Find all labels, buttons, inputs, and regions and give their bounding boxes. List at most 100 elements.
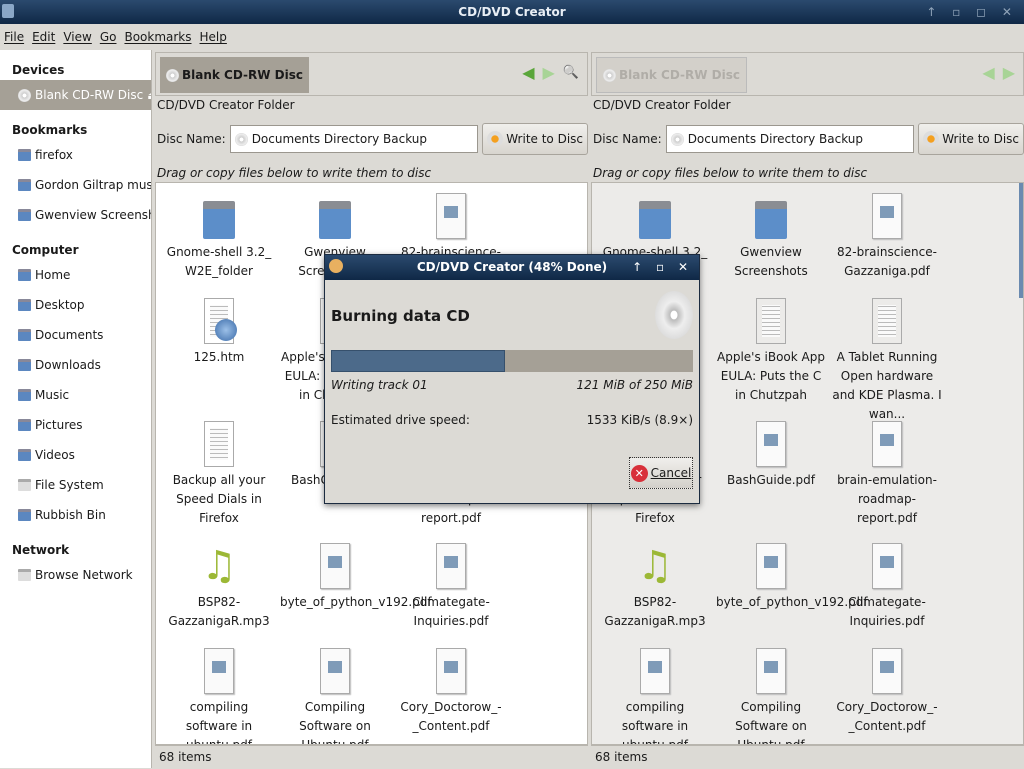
folder-icon bbox=[18, 449, 31, 461]
folder-icon bbox=[18, 479, 31, 491]
pane-toolbar: Blank CD-RW Disc ◀ ▶ 🔍 bbox=[155, 52, 588, 96]
file-item[interactable]: Gwenview Screenshots bbox=[716, 193, 826, 281]
pdf-document-icon bbox=[320, 648, 350, 694]
sidebar-item[interactable]: Desktop bbox=[0, 290, 151, 320]
disc-icon bbox=[603, 68, 616, 82]
forward-arrow-icon[interactable]: ▶ bbox=[543, 63, 555, 82]
file-item[interactable]: compiling software in ubuntu.pdf bbox=[600, 648, 710, 744]
folder-icon bbox=[18, 149, 31, 161]
folder-label: CD/DVD Creator Folder bbox=[157, 98, 295, 112]
sidebar-item[interactable]: Home bbox=[0, 260, 151, 290]
window-controls[interactable]: ↑ ▫ ◻ ✕ bbox=[926, 0, 1018, 24]
menu-file[interactable]: File bbox=[4, 30, 24, 44]
sidebar-item[interactable]: Gwenview Screenshots bbox=[0, 200, 151, 230]
track-status: Writing track 01 bbox=[331, 378, 428, 392]
window-titlebar: CD/DVD Creator ↑ ▫ ◻ ✕ bbox=[0, 0, 1024, 24]
file-item[interactable]: Climategate-Inquiries.pdf bbox=[396, 543, 506, 631]
window-title: CD/DVD Creator bbox=[458, 5, 566, 19]
location-button[interactable]: Blank CD-RW Disc bbox=[160, 57, 310, 93]
back-arrow-icon[interactable]: ◀ bbox=[982, 63, 994, 82]
disc-name-input[interactable]: Documents Directory Backup bbox=[665, 125, 915, 153]
menu-bookmarks[interactable]: Bookmarks bbox=[124, 30, 191, 44]
file-item[interactable]: BashGuide.pdf bbox=[716, 421, 826, 490]
back-arrow-icon[interactable]: ◀ bbox=[522, 63, 534, 82]
menu-edit[interactable]: Edit bbox=[32, 30, 55, 44]
pane-toolbar: Blank CD-RW Disc ◀ ▶ bbox=[591, 52, 1024, 96]
sidebar-item-label: Browse Network bbox=[35, 568, 133, 582]
file-item[interactable]: compiling software in ubuntu.pdf bbox=[164, 648, 274, 744]
disc-icon bbox=[166, 68, 179, 82]
sidebar-item[interactable]: Downloads bbox=[0, 350, 151, 380]
file-name: Gnome-shell 3.2_ W2E_folder bbox=[166, 245, 272, 278]
file-item[interactable]: Compiling Software on Ubuntu.pdf bbox=[280, 648, 390, 745]
location-button[interactable]: Blank CD-RW Disc bbox=[596, 57, 748, 93]
scrollbar[interactable] bbox=[1019, 183, 1023, 298]
dialog-heading: Burning data CD bbox=[331, 307, 470, 325]
file-name: Compiling Software on Ubuntu.pdf bbox=[299, 700, 371, 745]
search-icon[interactable]: 🔍 bbox=[563, 65, 579, 80]
folder-icon bbox=[18, 389, 31, 401]
sidebar-item[interactable]: Blank CD-RW Disc⏏ bbox=[0, 80, 151, 110]
pdf-document-icon bbox=[756, 543, 786, 589]
file-name: A Tablet Running Open hardware and KDE P… bbox=[832, 350, 942, 421]
file-item[interactable]: 82-brainscience-Gazzaniga.pdf bbox=[832, 193, 942, 281]
file-item[interactable]: ♫ BSP82-GazzanigaR.mp3 bbox=[164, 543, 274, 631]
pdf-document-icon bbox=[436, 648, 466, 694]
menu-view[interactable]: View bbox=[63, 30, 91, 44]
burn-progress-dialog: CD/DVD Creator (48% Done) ↑ ▫ ✕ Burning … bbox=[324, 254, 700, 504]
sidebar-item[interactable]: Documents bbox=[0, 320, 151, 350]
sidebar-item[interactable]: Rubbish Bin bbox=[0, 500, 151, 530]
pdf-document-icon bbox=[640, 648, 670, 694]
cancel-button[interactable]: ✕ Cancel bbox=[629, 457, 693, 489]
write-disc-icon bbox=[487, 131, 504, 147]
pdf-document-icon bbox=[204, 648, 234, 694]
sidebar-item[interactable]: firefox bbox=[0, 140, 151, 170]
folder-icon bbox=[18, 509, 31, 521]
disc-name-input[interactable]: Documents Directory Backup bbox=[229, 125, 479, 153]
file-item[interactable]: ♫ BSP82-GazzanigaR.mp3 bbox=[600, 543, 710, 631]
file-item[interactable]: Cory_Doctorow_-_Content.pdf bbox=[396, 648, 506, 736]
dialog-window-controls[interactable]: ↑ ▫ ✕ bbox=[632, 255, 693, 280]
menu-help[interactable]: Help bbox=[200, 30, 227, 44]
file-name: 82-brainscience-Gazzaniga.pdf bbox=[837, 245, 937, 278]
file-name: Compiling Software on Ubuntu.pdf bbox=[735, 700, 807, 745]
folder-icon bbox=[18, 209, 31, 221]
file-item[interactable]: Backup all your Speed Dials in Firefox bbox=[164, 421, 274, 528]
dialog-titlebar: CD/DVD Creator (48% Done) ↑ ▫ ✕ bbox=[325, 255, 699, 280]
disc-name-value: Documents Directory Backup bbox=[687, 132, 864, 146]
disc-name-value: Documents Directory Backup bbox=[251, 132, 428, 146]
menu-go[interactable]: Go bbox=[100, 30, 117, 44]
file-name: Cory_Doctorow_-_Content.pdf bbox=[400, 700, 502, 733]
file-item[interactable]: Climategate-Inquiries.pdf bbox=[832, 543, 942, 631]
file-item[interactable]: A Tablet Running Open hardware and KDE P… bbox=[832, 298, 942, 424]
file-name: Climategate-Inquiries.pdf bbox=[412, 595, 490, 628]
file-item[interactable]: 125.htm bbox=[164, 298, 274, 367]
sidebar-item-label: Gordon Giltrap music... bbox=[35, 178, 151, 192]
sidebar-item[interactable]: Gordon Giltrap music... bbox=[0, 170, 151, 200]
pdf-document-icon bbox=[872, 648, 902, 694]
file-item[interactable]: brain-emulation-roadmap-report.pdf bbox=[832, 421, 942, 528]
eject-icon[interactable]: ⏏ bbox=[147, 88, 151, 102]
sidebar-item-label: Home bbox=[35, 268, 71, 282]
file-item[interactable]: Apple's iBook App EULA: Puts the C in Ch… bbox=[716, 298, 826, 405]
forward-arrow-icon[interactable]: ▶ bbox=[1003, 63, 1015, 82]
disc-icon bbox=[670, 132, 684, 146]
file-item[interactable]: byte_of_python_v192.pdf bbox=[716, 543, 868, 612]
write-to-disc-button[interactable]: Write to Disc bbox=[918, 123, 1024, 155]
folder-icon bbox=[18, 419, 31, 431]
file-item[interactable]: Cory_Doctorow_-_Content.pdf bbox=[832, 648, 942, 736]
file-item[interactable]: byte_of_python_v192.pdf bbox=[280, 543, 432, 612]
sidebar-item-label: Rubbish Bin bbox=[35, 508, 106, 522]
file-name: Backup all your Speed Dials in Firefox bbox=[172, 473, 266, 525]
file-name: BSP82-GazzanigaR.mp3 bbox=[168, 595, 270, 628]
file-item[interactable]: Gnome-shell 3.2_ W2E_folder bbox=[164, 193, 274, 281]
sidebar-item[interactable]: Videos bbox=[0, 440, 151, 470]
sidebar-item[interactable]: Music bbox=[0, 380, 151, 410]
sidebar-item[interactable]: Browse Network bbox=[0, 560, 151, 590]
write-to-disc-button[interactable]: Write to Disc bbox=[482, 123, 588, 155]
sidebar-item[interactable]: File System bbox=[0, 470, 151, 500]
file-item[interactable]: Compiling Software on Ubuntu.pdf bbox=[716, 648, 826, 745]
sidebar-item-label: Downloads bbox=[35, 358, 101, 372]
sidebar-item[interactable]: Pictures bbox=[0, 410, 151, 440]
sidebar-header-computer: Computer bbox=[12, 243, 79, 257]
